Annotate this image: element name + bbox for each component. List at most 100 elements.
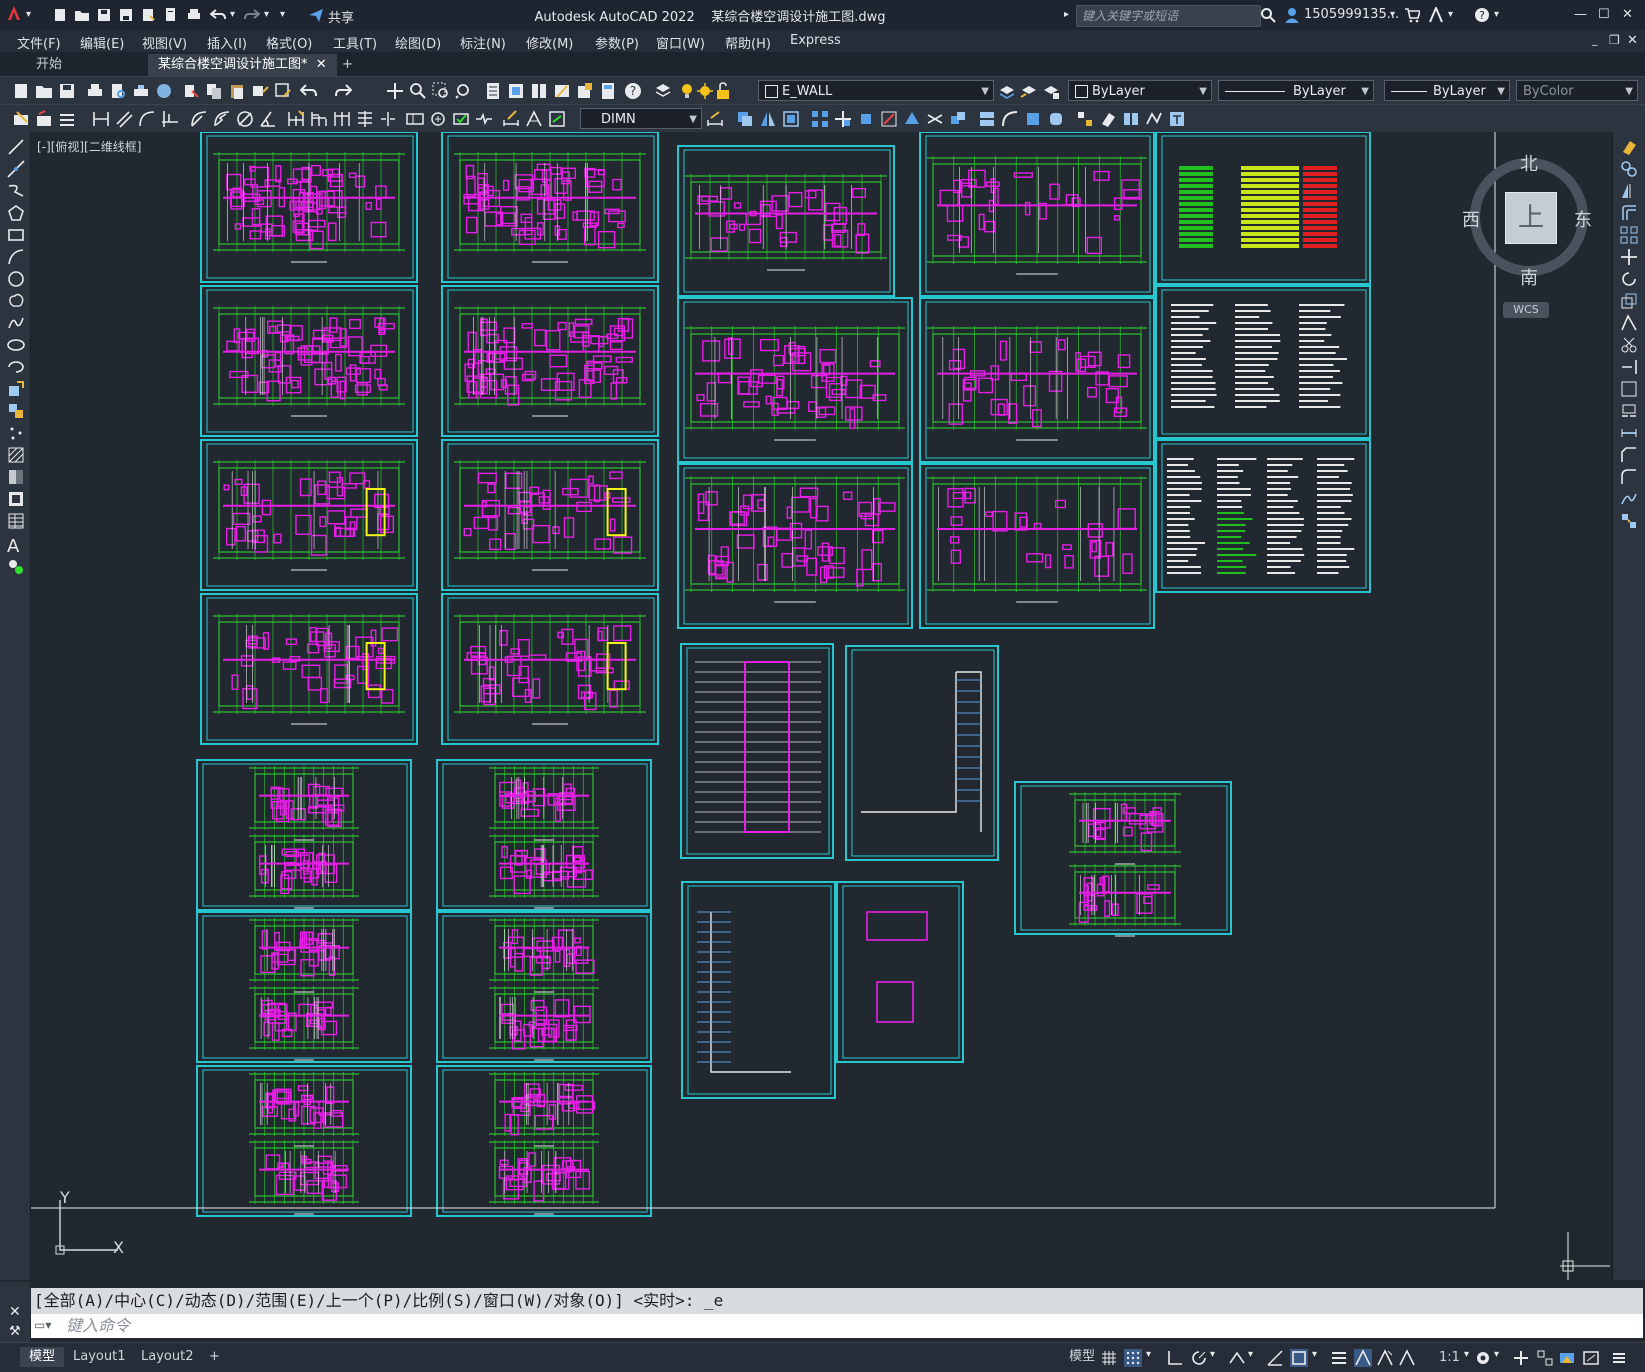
save-as-icon[interactable] <box>118 7 134 23</box>
gear-icon[interactable] <box>1474 1349 1492 1367</box>
erase-icon[interactable] <box>1620 138 1638 156</box>
menu-express[interactable]: Express <box>790 33 841 48</box>
save-icon[interactable] <box>96 7 112 23</box>
rectangle-icon[interactable] <box>7 226 25 244</box>
center-mark-icon[interactable] <box>429 110 447 128</box>
menu-insert[interactable]: 插入(I) <box>207 33 247 52</box>
command-prompt-icon[interactable]: ▭▾ <box>34 1318 51 1332</box>
zoom-window-icon[interactable] <box>432 82 450 100</box>
polyline-icon[interactable] <box>7 182 25 200</box>
tab-model[interactable]: 模型 <box>20 1347 65 1367</box>
cut-icon[interactable] <box>182 82 200 100</box>
pan-icon[interactable] <box>386 82 404 100</box>
dim-edit-icon[interactable] <box>502 110 520 128</box>
menu-file[interactable]: 文件(F) <box>17 33 61 52</box>
polygon-icon[interactable] <box>7 204 25 222</box>
copy-icon[interactable] <box>205 82 223 100</box>
align-icon[interactable] <box>1122 110 1140 128</box>
offset-icon[interactable] <box>1620 204 1638 222</box>
customize-quick-access-icon[interactable]: ▾ <box>280 9 285 20</box>
multiline-text-icon[interactable]: A <box>7 536 25 557</box>
undo-arrow-icon[interactable]: ▾ <box>230 9 235 20</box>
edit-polyline-icon[interactable] <box>1145 110 1163 128</box>
quick-dim-icon[interactable] <box>287 110 305 128</box>
extend-icon[interactable] <box>1620 358 1638 376</box>
menu-tools[interactable]: 工具(T) <box>333 33 377 52</box>
lineweight-dropdown[interactable]: ByLayer ▼ <box>1384 80 1510 101</box>
add-selected-icon[interactable] <box>7 558 25 576</box>
layer-dropdown[interactable]: E_WALL ▼ <box>758 80 994 101</box>
line-icon[interactable] <box>7 138 25 156</box>
add-layout-button[interactable]: + <box>200 1347 229 1367</box>
plus-icon[interactable] <box>1512 1349 1530 1367</box>
share-icon[interactable] <box>308 7 324 23</box>
erase-icon[interactable] <box>1099 110 1117 128</box>
wrench-icon[interactable]: ⚒ <box>9 1324 21 1339</box>
dim-update-style-icon[interactable] <box>548 110 566 128</box>
share-label[interactable]: 共享 <box>328 7 354 26</box>
doc-minimize-icon[interactable]: _ <box>1592 33 1598 46</box>
drawing-svg[interactable] <box>31 132 1611 1280</box>
tab-layout1[interactable]: Layout1 <box>64 1347 134 1367</box>
dim-aligned-icon[interactable] <box>115 110 133 128</box>
clean-screen-icon[interactable] <box>1582 1349 1600 1367</box>
close-icon[interactable]: ✕ <box>1622 7 1633 22</box>
rotate-icon[interactable] <box>857 110 875 128</box>
dim-update-icon[interactable] <box>12 110 30 128</box>
layer-properties-icon[interactable] <box>654 82 672 100</box>
dim-ordinate-icon[interactable] <box>161 110 179 128</box>
tolerance-icon[interactable] <box>406 110 424 128</box>
menu-view[interactable]: 视图(V) <box>142 33 187 52</box>
layer-previous-icon[interactable] <box>1020 82 1038 100</box>
doc-restore-icon[interactable]: ❐ <box>1609 33 1620 47</box>
edit-text-icon[interactable] <box>1168 110 1186 128</box>
point-icon[interactable] <box>7 424 25 442</box>
compass-north[interactable]: 北 <box>1520 150 1538 176</box>
plot-icon[interactable] <box>86 82 104 100</box>
layer-state-icon[interactable] <box>1042 82 1060 100</box>
sheet-set-icon[interactable] <box>553 82 571 100</box>
isodraft-menu-arrow-icon[interactable]: ▾ <box>1248 1349 1266 1367</box>
maximize-icon[interactable]: ☐ <box>1598 7 1610 22</box>
dim-text-edit-icon[interactable] <box>525 110 543 128</box>
dim-space-icon[interactable] <box>356 110 374 128</box>
app-menu-arrow-icon[interactable]: ▾ <box>26 9 31 20</box>
3d-print-icon[interactable] <box>155 82 173 100</box>
arc-icon[interactable] <box>7 248 25 266</box>
dim-style-icon[interactable] <box>58 110 76 128</box>
autodesk-account-icon[interactable] <box>1428 5 1444 23</box>
snap-menu-arrow-icon[interactable]: ▾ <box>1146 1349 1164 1367</box>
osnap-menu-arrow-icon[interactable]: ▾ <box>1312 1349 1330 1367</box>
cart-icon[interactable] <box>1404 7 1422 23</box>
hatch-icon[interactable] <box>7 446 25 464</box>
matchprop-icon[interactable] <box>35 110 53 128</box>
scale-icon[interactable] <box>1620 292 1638 310</box>
dim-baseline-icon[interactable] <box>310 110 328 128</box>
gradient-icon[interactable] <box>7 468 25 486</box>
command-close-icon[interactable]: ✕ <box>9 1304 21 1320</box>
dim-arc-icon[interactable] <box>138 110 156 128</box>
ortho-icon[interactable] <box>1166 1349 1184 1367</box>
extend-icon[interactable] <box>949 110 967 128</box>
break-at-point-icon[interactable] <box>1620 380 1638 398</box>
tab-layout2[interactable]: Layout2 <box>132 1347 202 1367</box>
chamfer-icon[interactable] <box>1024 110 1042 128</box>
search-icon[interactable] <box>1260 7 1276 23</box>
publish-icon[interactable] <box>140 7 156 23</box>
circle-icon[interactable] <box>7 270 25 288</box>
command-input[interactable]: 键入命令 <box>31 1314 1643 1338</box>
array-icon[interactable] <box>1620 226 1638 244</box>
match-properties-icon[interactable] <box>251 82 269 100</box>
explode-icon[interactable] <box>1620 512 1638 530</box>
tab-close-icon[interactable]: ✕ <box>316 57 327 72</box>
isolate-objects-icon[interactable] <box>1536 1349 1554 1367</box>
help-icon[interactable]: ? <box>624 82 642 100</box>
ellipse-arc-icon[interactable] <box>7 358 25 376</box>
account-arrow-icon[interactable]: ▾ <box>1448 9 1453 20</box>
break-icon[interactable] <box>978 110 996 128</box>
dim-continue-icon[interactable] <box>333 110 351 128</box>
doc-close-icon[interactable]: ✕ <box>1627 33 1638 48</box>
menu-draw[interactable]: 绘图(D) <box>395 33 441 52</box>
join-icon[interactable] <box>1001 110 1019 128</box>
menu-edit[interactable]: 编辑(E) <box>80 33 124 52</box>
